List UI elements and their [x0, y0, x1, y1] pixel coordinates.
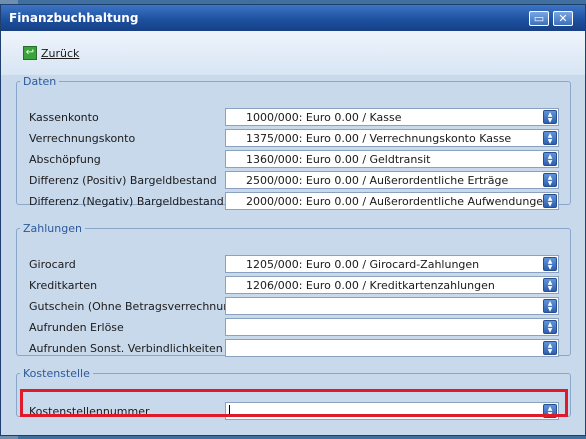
daten-row-verrechnungskonto: Verrechnungskonto 1375/000: Euro 0.00 / … [29, 129, 577, 149]
chevron-updown-icon[interactable]: ▲ ▼ [543, 194, 557, 208]
select-value: 1205/000: Euro 0.00 / Girocard-Zahlungen [246, 258, 480, 271]
select-value: 2500/000: Euro 0.00 / Außerordentliche E… [246, 174, 509, 187]
back-button[interactable]: ↩ Zurück [23, 46, 79, 60]
zahlungen-row-aufrunden-verbindlichkeiten: Aufrunden Sonst. Verbindlichkeiten ▲ ▼ [29, 339, 577, 359]
girocard-select[interactable]: 1205/000: Euro 0.00 / Girocard-Zahlungen… [225, 255, 559, 273]
toolbar: ↩ Zurück [1, 31, 585, 75]
daten-row-kassenkonto: Kassenkonto 1000/000: Euro 0.00 / Kasse … [29, 108, 577, 128]
chevron-updown-icon[interactable]: ▲ ▼ [543, 131, 557, 145]
kreditkarten-select[interactable]: 1206/000: Euro 0.00 / Kreditkartenzahlun… [225, 276, 559, 294]
verrechnungskonto-select[interactable]: 1375/000: Euro 0.00 / Verrechnungskonto … [225, 129, 559, 147]
finanzbuchhaltung-window: Finanzbuchhaltung ▭ ✕ ↩ Zurück Daten Kas… [0, 4, 586, 436]
kostenstelle-legend: Kostenstelle [23, 367, 90, 380]
zahlungen-row-kreditkarten: Kreditkarten 1206/000: Euro 0.00 / Kredi… [29, 276, 577, 296]
back-button-label: Zurück [41, 46, 80, 60]
field-label: Kreditkarten [29, 279, 98, 292]
field-label: Verrechnungskonto [29, 132, 136, 145]
field-label: Aufrunden Erlöse [29, 321, 124, 334]
field-label: Girocard [29, 258, 76, 271]
select-value: 1360/000: Euro 0.00 / Geldtransit [246, 153, 431, 166]
focus-highlight-box [20, 389, 568, 417]
chevron-updown-icon[interactable]: ▲ ▼ [543, 299, 557, 313]
chevron-updown-icon[interactable]: ▲ ▼ [543, 152, 557, 166]
differenz-positiv-select[interactable]: 2500/000: Euro 0.00 / Außerordentliche E… [225, 171, 559, 189]
back-arrow-icon: ↩ [23, 46, 37, 60]
window-title: Finanzbuchhaltung [9, 11, 139, 25]
field-label: Differenz (Negativ) Bargeldbestand [29, 195, 224, 208]
chevron-updown-icon[interactable]: ▲ ▼ [543, 173, 557, 187]
daten-legend: Daten [23, 75, 57, 88]
differenz-negativ-select[interactable]: 2000/000: Euro 0.00 / Außerordentliche A… [225, 192, 559, 210]
field-label: Abschöpfung [29, 153, 101, 166]
restore-button[interactable]: ▭ [529, 11, 549, 26]
window-bottom-edge [1, 432, 585, 435]
abschoepfung-select[interactable]: 1360/000: Euro 0.00 / Geldtransit ▲ ▼ [225, 150, 559, 168]
daten-row-abschoepfung: Abschöpfung 1360/000: Euro 0.00 / Geldtr… [29, 150, 577, 170]
select-value: 2000/000: Euro 0.00 / Außerordentliche A… [246, 195, 551, 208]
close-icon: ✕ [558, 12, 568, 25]
aufrunden-erloese-select[interactable]: ▲ ▼ [225, 318, 559, 336]
gutschein-select[interactable]: ▲ ▼ [225, 297, 559, 315]
kassenkonto-select[interactable]: 1000/000: Euro 0.00 / Kasse ▲ ▼ [225, 108, 559, 126]
close-button[interactable]: ✕ [553, 11, 573, 26]
zahlungen-row-aufrunden-erloese: Aufrunden Erlöse ▲ ▼ [29, 318, 577, 338]
chevron-updown-icon[interactable]: ▲ ▼ [543, 110, 557, 124]
title-bar: Finanzbuchhaltung ▭ ✕ [1, 5, 585, 31]
field-label: Kassenkonto [29, 111, 99, 124]
zahlungen-row-girocard: Girocard 1205/000: Euro 0.00 / Girocard-… [29, 255, 577, 275]
daten-row-differenz-positiv: Differenz (Positiv) Bargeldbestand 2500/… [29, 171, 577, 191]
chevron-updown-icon[interactable]: ▲ ▼ [543, 341, 557, 355]
zahlungen-legend: Zahlungen [23, 222, 82, 235]
zahlungen-group: Zahlungen Girocard 1205/000: Euro 0.00 /… [16, 222, 571, 357]
field-label: Gutschein (Ohne Betragsverrechnung) [29, 300, 242, 313]
chevron-updown-icon[interactable]: ▲ ▼ [543, 257, 557, 271]
field-label: Aufrunden Sonst. Verbindlichkeiten [29, 342, 223, 355]
chevron-updown-icon[interactable]: ▲ ▼ [543, 278, 557, 292]
select-value: 1000/000: Euro 0.00 / Kasse [246, 111, 402, 124]
zahlungen-row-gutschein: Gutschein (Ohne Betragsverrechnung) ▲ ▼ [29, 297, 577, 317]
daten-group: Daten Kassenkonto 1000/000: Euro 0.00 / … [16, 75, 571, 210]
field-label: Differenz (Positiv) Bargeldbestand [29, 174, 217, 187]
aufrunden-verbindlichkeiten-select[interactable]: ▲ ▼ [225, 339, 559, 357]
select-value: 1375/000: Euro 0.00 / Verrechnungskonto … [246, 132, 512, 145]
restore-icon: ▭ [533, 12, 545, 25]
select-value: 1206/000: Euro 0.00 / Kreditkartenzahlun… [246, 279, 495, 292]
daten-row-differenz-negativ: Differenz (Negativ) Bargeldbestand 2000/… [29, 192, 577, 212]
chevron-updown-icon[interactable]: ▲ ▼ [543, 320, 557, 334]
